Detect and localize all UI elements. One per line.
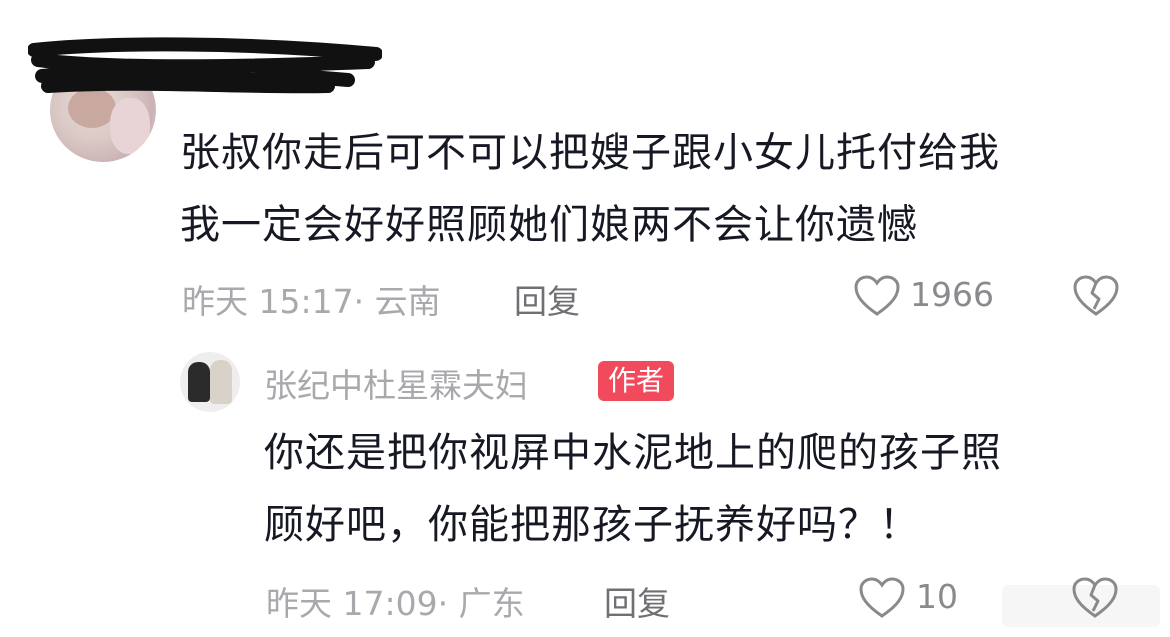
reply-time-location: 昨天 17:09· 广东 xyxy=(266,584,525,623)
avatar-photo-part xyxy=(210,360,232,404)
comment-reply-button[interactable]: 回复 xyxy=(514,275,580,323)
username-redaction-scribble xyxy=(28,37,382,94)
reply-reply-button[interactable]: 回复 xyxy=(604,577,670,625)
avatar-photo-part xyxy=(188,362,210,402)
reply-text-line-2: 顾好吧，你能把那孩子抚养好吗？！ xyxy=(264,502,920,548)
reply-text-line-1: 你还是把你视屏中水泥地上的爬的孩子照 xyxy=(264,430,1002,476)
author-avatar[interactable] xyxy=(180,352,240,412)
comment-time-location: 昨天 15:17· 云南 xyxy=(182,282,441,321)
dislike-broken-heart-icon[interactable] xyxy=(1072,275,1120,317)
avatar-photo-part xyxy=(110,98,150,154)
reply-username[interactable]: 张纪中杜星霖夫妇 xyxy=(264,359,528,407)
reply-like-count: 10 xyxy=(916,577,958,616)
dislike-broken-heart-icon[interactable] xyxy=(1070,577,1120,619)
comment-like-count: 1966 xyxy=(910,275,994,314)
comment-text-line-2: 我一定会好好照顾她们娘两不会让你遗憾 xyxy=(180,202,918,248)
author-badge: 作者 xyxy=(598,361,675,401)
like-heart-icon[interactable] xyxy=(853,275,901,317)
like-heart-icon[interactable] xyxy=(858,577,906,619)
comment-text-line-1: 张叔你走后可不可以把嫂子跟小女儿托付给我 xyxy=(180,130,1000,176)
